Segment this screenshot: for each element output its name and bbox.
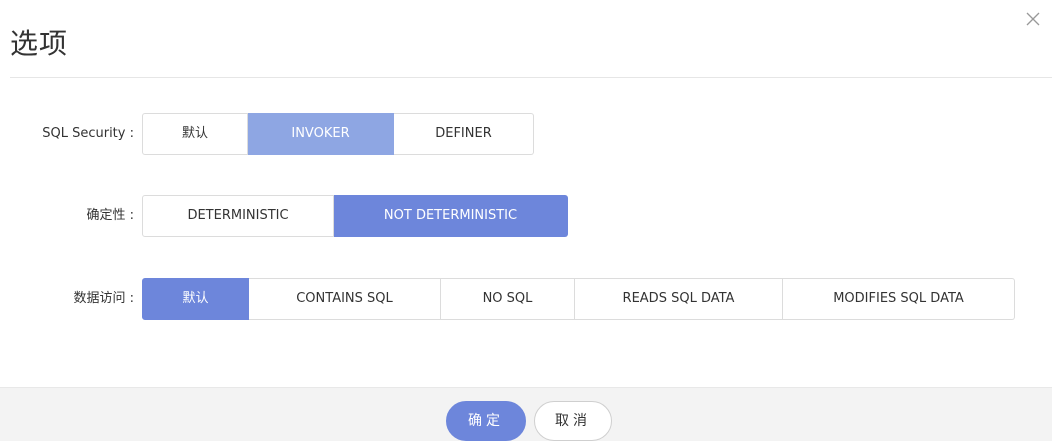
- deterministic-label: 确定性 :: [86, 208, 134, 223]
- title-divider: [10, 77, 1052, 78]
- data-access-option-reads-sql-data[interactable]: READS SQL DATA: [575, 278, 783, 320]
- dialog-footer: [0, 387, 1052, 441]
- data-access-option-no-sql[interactable]: NO SQL: [441, 278, 575, 320]
- data-access-options: 默认 CONTAINS SQL NO SQL READS SQL DATA MO…: [142, 278, 1015, 320]
- data-access-option-contains-sql[interactable]: CONTAINS SQL: [249, 278, 441, 320]
- sql-security-label: SQL Security :: [42, 126, 134, 141]
- sql-security-option-invoker[interactable]: INVOKER: [248, 113, 394, 155]
- confirm-button[interactable]: 确定: [446, 401, 526, 441]
- close-icon[interactable]: [1024, 10, 1042, 28]
- deterministic-option-deterministic[interactable]: DETERMINISTIC: [142, 195, 334, 237]
- sql-security-options: 默认 INVOKER DEFINER: [142, 113, 534, 155]
- data-access-option-default[interactable]: 默认: [142, 278, 249, 320]
- data-access-label: 数据访问 :: [73, 291, 134, 306]
- data-access-option-modifies-sql-data[interactable]: MODIFIES SQL DATA: [783, 278, 1015, 320]
- sql-security-option-definer[interactable]: DEFINER: [394, 113, 534, 155]
- cancel-button[interactable]: 取消: [534, 401, 612, 441]
- options-dialog: 选项 SQL Security : 默认 INVOKER DEFINER 确定性…: [0, 0, 1052, 441]
- dialog-title: 选项: [10, 27, 69, 60]
- data-access-row: 数据访问 : 默认 CONTAINS SQL NO SQL READS SQL …: [0, 278, 1040, 320]
- sql-security-option-default[interactable]: 默认: [142, 113, 248, 155]
- deterministic-row: 确定性 : DETERMINISTIC NOT DETERMINISTIC: [0, 195, 700, 237]
- deterministic-options: DETERMINISTIC NOT DETERMINISTIC: [142, 195, 568, 237]
- deterministic-option-not-deterministic[interactable]: NOT DETERMINISTIC: [334, 195, 568, 237]
- sql-security-row: SQL Security : 默认 INVOKER DEFINER: [0, 113, 700, 155]
